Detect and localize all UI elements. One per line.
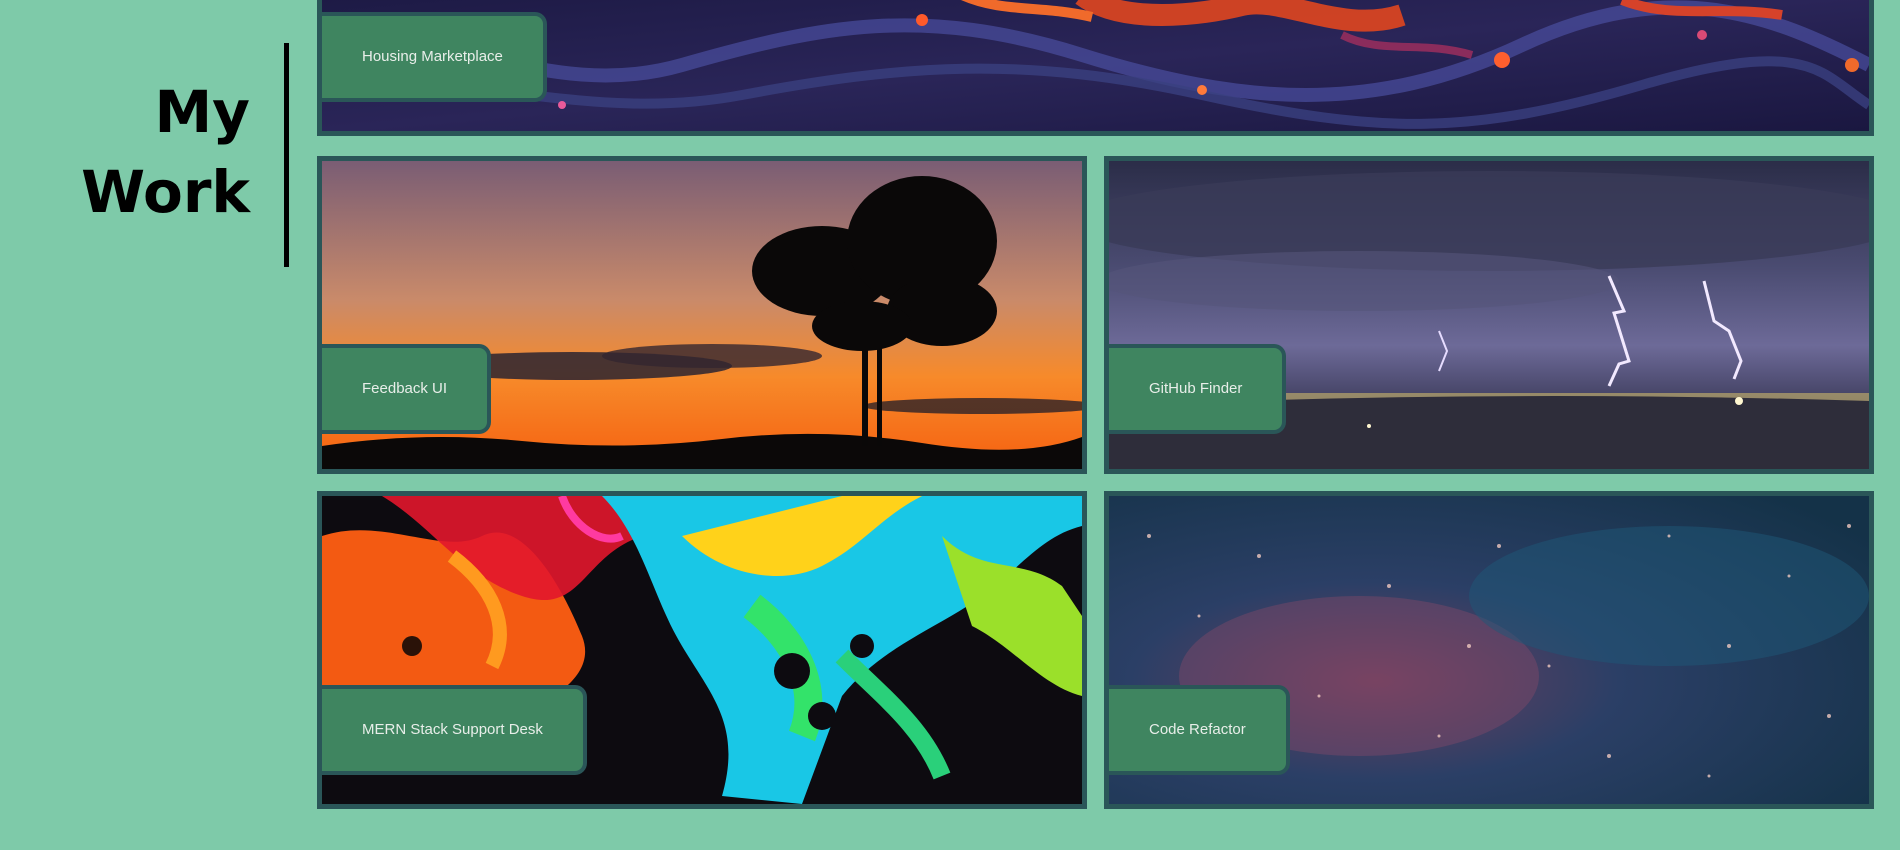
project-title-button[interactable]: Feedback UI xyxy=(322,344,492,434)
project-card-mern-support-desk[interactable]: MERN Stack Support Desk xyxy=(317,491,1087,809)
project-card-housing-marketplace[interactable]: Housing Marketplace xyxy=(317,0,1874,136)
heading-divider xyxy=(284,43,289,267)
project-title-button[interactable]: MERN Stack Support Desk xyxy=(322,685,587,775)
project-title-button[interactable]: Housing Marketplace xyxy=(322,12,547,102)
heading-line-my: My xyxy=(154,78,250,146)
project-image-fluid-texture xyxy=(322,0,1869,131)
section-heading: My Work xyxy=(60,72,250,232)
project-title-button[interactable]: Code Refactor xyxy=(1109,685,1290,775)
project-title-button[interactable]: GitHub Finder xyxy=(1109,344,1287,434)
project-card-code-refactor[interactable]: Code Refactor xyxy=(1104,491,1874,809)
heading-line-work: Work xyxy=(81,158,250,226)
project-card-feedback-ui[interactable]: Feedback UI xyxy=(317,156,1087,474)
project-card-github-finder[interactable]: GitHub Finder xyxy=(1104,156,1874,474)
